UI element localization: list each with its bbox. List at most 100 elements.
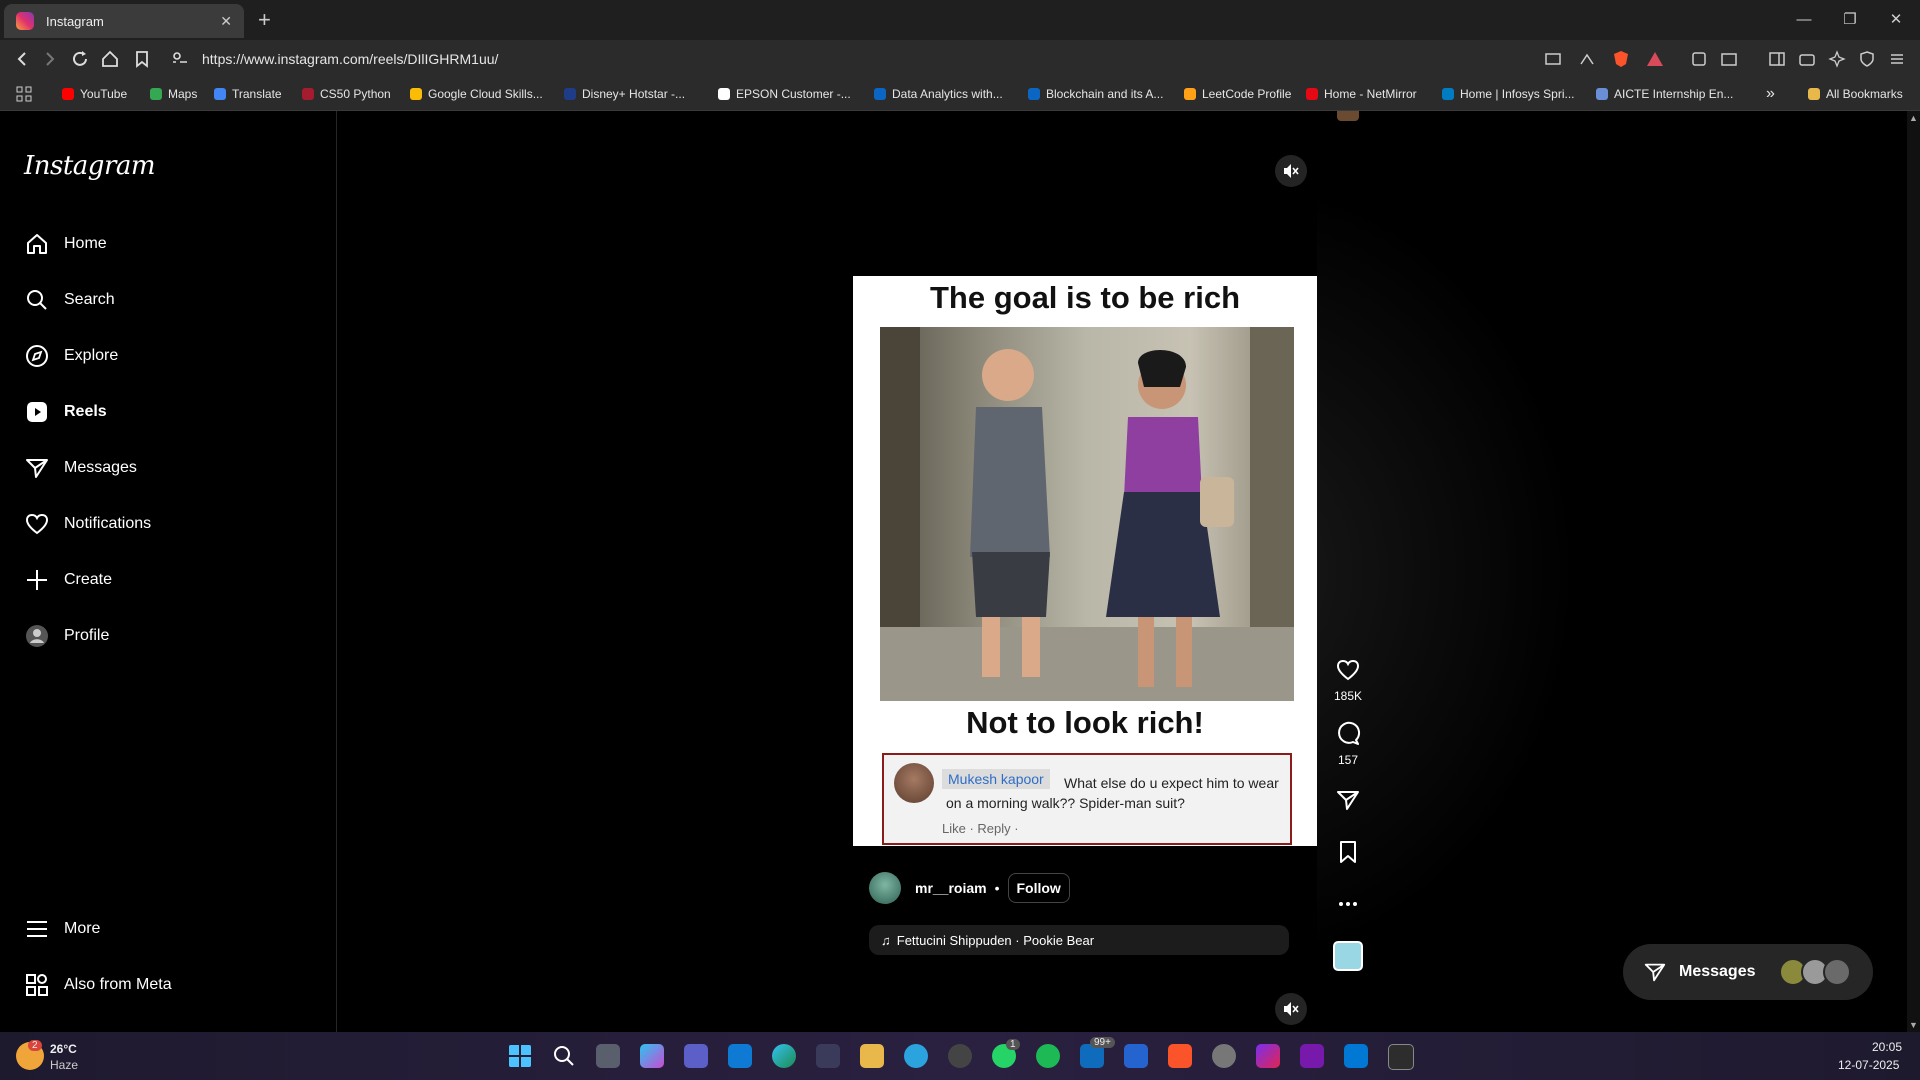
clock-time[interactable]: 20:05: [1872, 1040, 1902, 1054]
reload-icon[interactable]: [70, 49, 90, 69]
share-action[interactable]: [1323, 787, 1373, 813]
audio-thumbnail[interactable]: [1333, 941, 1363, 971]
tab-close-icon[interactable]: ✕: [220, 13, 232, 30]
apps-grid-icon[interactable]: [16, 86, 32, 102]
meme-comment-screenshot: What else do u expect him to wear on a m…: [882, 753, 1292, 845]
nav-create[interactable]: Create: [24, 560, 314, 600]
bookmark-item[interactable]: Google Cloud Skills...: [410, 86, 543, 102]
sidebar-toggle-icon[interactable]: [1768, 50, 1786, 68]
bookmark-item[interactable]: Blockchain and its A...: [1028, 86, 1163, 102]
minimize-icon[interactable]: —: [1784, 6, 1824, 34]
instagram-logo[interactable]: Instagram: [24, 151, 156, 181]
screenshot-icon[interactable]: [1720, 50, 1738, 68]
bookmark-item[interactable]: Disney+ Hotstar -...: [564, 86, 685, 102]
bookmarks-overflow-icon[interactable]: »: [1766, 85, 1775, 102]
extensions-icon[interactable]: [1690, 50, 1708, 68]
task-view-icon[interactable]: [596, 1044, 620, 1068]
like-heart-icon[interactable]: [1335, 657, 1361, 683]
scroll-up-icon[interactable]: ▲: [1907, 113, 1920, 123]
terminal-icon[interactable]: [1388, 1044, 1414, 1070]
media-player-icon[interactable]: [948, 1044, 972, 1068]
previous-reel-thumb[interactable]: [1337, 111, 1359, 121]
windows-start-icon[interactable]: [508, 1044, 532, 1068]
copilot-icon[interactable]: [640, 1044, 664, 1068]
nav-search[interactable]: Search: [24, 280, 314, 320]
weather-temp[interactable]: 26°C: [50, 1042, 77, 1056]
forward-icon[interactable]: [40, 49, 60, 69]
edge-icon[interactable]: [772, 1044, 796, 1068]
save-action[interactable]: [1323, 839, 1373, 865]
brave-rewards-icon[interactable]: [1646, 50, 1664, 68]
clock-app-icon[interactable]: [1212, 1044, 1236, 1068]
bookmark-item[interactable]: Translate: [214, 86, 282, 102]
audio-track[interactable]: ♫ Fettucini Shippuden · Pookie Bear: [869, 925, 1289, 955]
bookmark-item[interactable]: Home | Infosys Spri...: [1442, 86, 1575, 102]
bookmark-page-icon[interactable]: [132, 49, 152, 69]
bookmark-item[interactable]: EPSON Customer -...: [718, 86, 851, 102]
comment-bubble-icon[interactable]: [1335, 721, 1361, 747]
nav-notifications[interactable]: Notifications: [24, 504, 314, 544]
new-tab-button[interactable]: +: [258, 6, 271, 34]
address-bar[interactable]: https://www.instagram.com/reels/DIlIGHRM…: [202, 51, 498, 67]
vpn-icon[interactable]: [1858, 50, 1876, 68]
tab-instagram[interactable]: Instagram ✕: [4, 4, 244, 38]
share-send-icon[interactable]: [1335, 787, 1361, 813]
file-explorer-icon[interactable]: [860, 1044, 884, 1068]
messages-pill[interactable]: Messages: [1623, 944, 1873, 1000]
affinity-icon[interactable]: [1256, 1044, 1280, 1068]
more-dots-icon[interactable]: [1335, 891, 1361, 917]
bookmark-item[interactable]: Maps: [150, 86, 197, 102]
nav-home[interactable]: Home: [24, 224, 314, 264]
taskbar-search-icon[interactable]: [552, 1044, 576, 1068]
follow-button[interactable]: Follow: [1007, 873, 1070, 903]
all-bookmarks-folder[interactable]: All Bookmarks: [1808, 86, 1903, 102]
todo-icon[interactable]: [1124, 1044, 1148, 1068]
author-avatar[interactable]: [869, 872, 901, 904]
nav-reels[interactable]: Reels: [24, 392, 314, 432]
telegram-icon[interactable]: [904, 1044, 928, 1068]
spotify-icon[interactable]: [1036, 1044, 1060, 1068]
cast-icon[interactable]: [1544, 50, 1562, 68]
wallet-icon[interactable]: [1798, 50, 1816, 68]
back-icon[interactable]: [12, 49, 32, 69]
author-username[interactable]: mr__roiam: [915, 880, 987, 896]
bookmark-item[interactable]: Home - NetMirror: [1306, 86, 1417, 102]
bookmark-favicon-icon: [150, 88, 162, 100]
more-options-action[interactable]: [1323, 891, 1373, 917]
home-browser-icon[interactable]: [100, 49, 120, 69]
brave-taskbar-icon[interactable]: [1168, 1044, 1192, 1068]
like-action[interactable]: 185K: [1323, 657, 1373, 703]
mute-button[interactable]: [1275, 155, 1307, 187]
clock-date[interactable]: 12-07-2025: [1838, 1058, 1899, 1072]
scroll-down-icon[interactable]: ▼: [1907, 1020, 1920, 1030]
microsoft-store-icon[interactable]: [816, 1044, 840, 1068]
nav-messages[interactable]: Messages: [24, 448, 314, 488]
restore-icon[interactable]: ❐: [1830, 6, 1870, 34]
teams-icon[interactable]: [684, 1044, 708, 1068]
bookmark-item[interactable]: CS50 Python: [302, 86, 391, 102]
page-scrollbar[interactable]: ▲ ▼: [1907, 111, 1920, 1032]
comment-action[interactable]: 157: [1323, 721, 1373, 767]
mute-icon: [1284, 1002, 1299, 1016]
nav-explore[interactable]: Explore: [24, 336, 314, 376]
mute-button-bottom[interactable]: [1275, 993, 1307, 1025]
onenote-icon[interactable]: [1300, 1044, 1324, 1068]
share-icon[interactable]: [1578, 50, 1596, 68]
nav-more[interactable]: More: [24, 909, 314, 949]
audio-thumb-action[interactable]: [1323, 941, 1373, 971]
whiteboard-icon[interactable]: [728, 1044, 752, 1068]
bookmark-save-icon[interactable]: [1335, 839, 1361, 865]
bookmark-item[interactable]: Data Analytics with...: [874, 86, 1003, 102]
bookmark-item[interactable]: YouTube: [62, 86, 127, 102]
browser-menu-icon[interactable]: [1888, 50, 1906, 68]
nav-also-from-meta[interactable]: Also from Meta: [24, 965, 314, 1005]
reel-video[interactable]: The goal is to be rich Not to look rich!…: [853, 111, 1317, 1032]
bookmark-item[interactable]: AICTE Internship En...: [1596, 86, 1733, 102]
close-window-icon[interactable]: ✕: [1876, 6, 1916, 34]
site-info-icon[interactable]: [170, 49, 190, 69]
brave-shield-icon[interactable]: [1612, 50, 1630, 68]
nav-profile[interactable]: Profile: [24, 616, 314, 656]
leo-ai-icon[interactable]: [1828, 50, 1846, 68]
bookmark-item[interactable]: LeetCode Profile: [1184, 86, 1291, 102]
vscode-icon[interactable]: [1344, 1044, 1368, 1068]
